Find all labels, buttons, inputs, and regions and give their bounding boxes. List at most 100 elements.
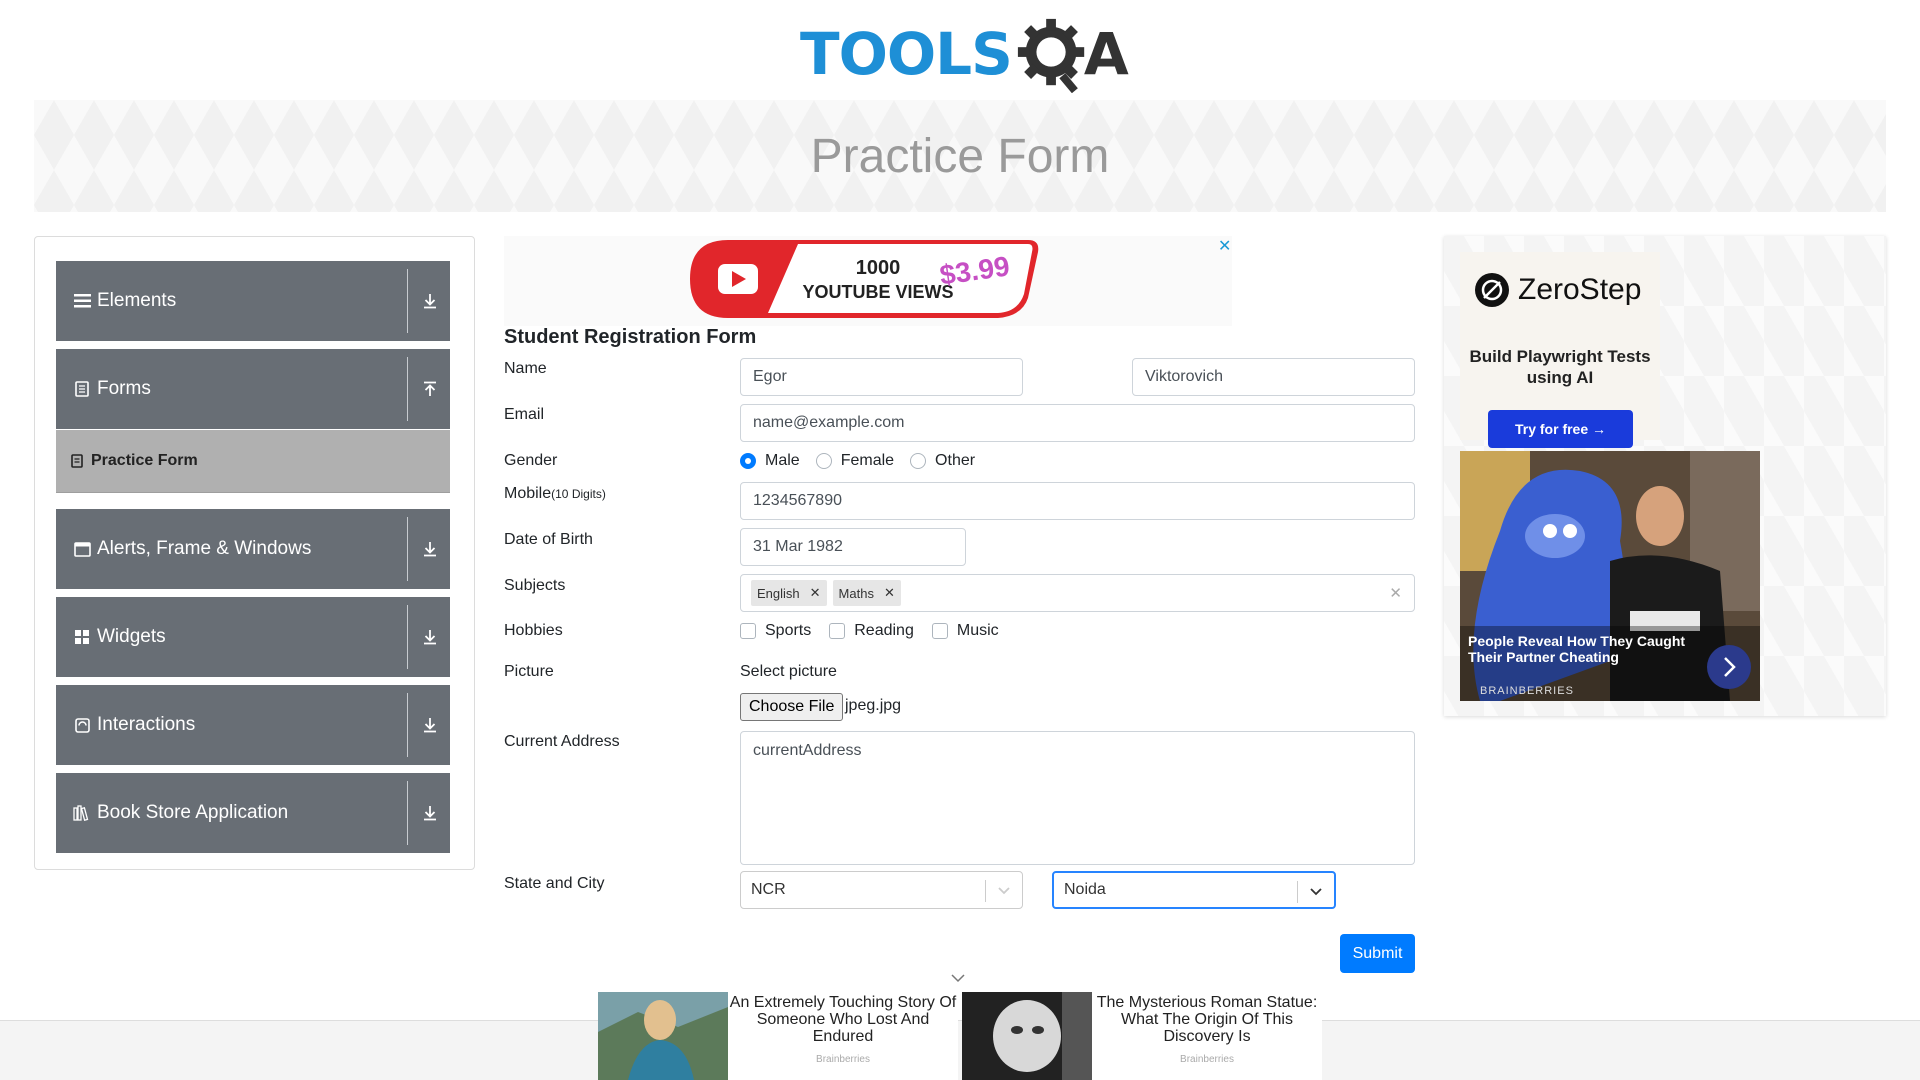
divider [985,880,986,902]
chevron-down-icon[interactable] [1306,882,1326,902]
sidebar-item-label: Practice Form [91,452,198,469]
current-address-textarea[interactable]: currentAddress [740,731,1415,865]
ad-close-icon[interactable]: ✕ [1218,236,1231,256]
hobby-option-music[interactable]: Music [931,622,999,640]
submit-button[interactable]: Submit [1340,934,1415,973]
form-title: Student Registration Form [504,326,757,348]
dob-label: Date of Birth [504,531,593,548]
photo-ad[interactable]: People Reveal How They Caught Their Part… [1460,451,1760,701]
gender-option-female[interactable]: Female [815,452,895,470]
bottom-ad-text: The Mysterious Roman Statue: What The Or… [1092,992,1322,1080]
subjects-label: Subjects [504,577,566,594]
chevron-down-icon[interactable] [950,972,966,984]
page-title: Practice Form [810,129,1110,183]
gear-magnifier-icon [1017,18,1085,93]
current-address-label: Current Address [504,733,620,750]
clear-icon[interactable]: ✕ [1389,584,1402,602]
page: TOOLS A Practice Form Elements Forms Pra… [0,0,1920,1080]
email-label: Email [504,406,545,423]
sidebar-group-book-store[interactable]: Book Store Application [56,773,450,853]
download-icon[interactable] [418,713,442,737]
picture-label: Picture [504,663,554,680]
mobile-label: Mobile(10 Digits) [504,485,606,503]
remove-chip-icon[interactable]: ✕ [810,585,821,601]
hobby-option-label: Music [956,622,999,639]
toolsqa-logo[interactable]: TOOLS A [800,14,1130,94]
choose-file-button[interactable]: Choose File [740,693,844,721]
ad-text-views: YOUTUBE VIEWS [802,282,953,302]
mobile-input[interactable]: 1234567890 [740,482,1415,520]
hobbies-label: Hobbies [504,622,563,639]
gender-option-label: Male [765,452,800,469]
sidebar-group-forms[interactable]: Forms [56,349,450,429]
sidebar-group-widgets[interactable]: Widgets [56,597,450,677]
first-name-input[interactable]: Egor [740,358,1023,396]
ad-photo [962,992,1092,1080]
sidebar-item-practice-form[interactable]: Practice Form [56,430,450,493]
chevron-down-icon[interactable] [994,881,1014,901]
photo-ad-caption: People Reveal How They Caught Their Part… [1468,633,1686,665]
download-icon[interactable] [418,625,442,649]
name-label: Name [504,360,547,377]
interactions-icon [73,716,91,734]
remove-chip-icon[interactable]: ✕ [884,585,895,601]
city-value: Noida [1064,881,1106,898]
window-icon [73,540,91,558]
try-for-free-button[interactable]: Try for free → [1488,410,1633,448]
upload-icon[interactable] [418,377,442,401]
gender-option-label: Female [840,452,895,469]
bottom-ad-title: An Extremely Touching Story Of Someone W… [729,994,957,1045]
hobby-option-label: Sports [765,622,812,639]
zerostep-tagline: Build Playwright Tests using AI [1469,347,1651,387]
checkbox[interactable] [931,623,948,639]
sidebar-group-alerts[interactable]: Alerts, Frame & Windows [56,509,450,589]
hobby-option-sports[interactable]: Sports [740,622,811,640]
state-city-label: State and City [504,875,605,892]
ad-text-count: 1000 [856,257,901,279]
email-input[interactable]: name@example.com [740,404,1415,442]
date-of-birth-input[interactable]: 31 Mar 1982 [740,528,966,566]
radio[interactable] [815,453,832,469]
books-icon [73,804,91,822]
sidebar-group-interactions[interactable]: Interactions [56,685,450,765]
divider [1297,881,1298,903]
subject-chip: English ✕ [751,580,827,606]
bottom-ad-text: An Extremely Touching Story Of Someone W… [728,992,958,1080]
select-picture-label: Select picture [740,663,837,680]
last-name-input[interactable]: Viktorovich [1132,358,1415,396]
checkbox[interactable] [740,623,756,639]
state-value: NCR [751,881,786,898]
gender-option-label: Other [935,452,976,469]
checkbox[interactable] [829,623,846,639]
subject-chip-label: Maths [838,585,874,601]
radio-checked[interactable] [740,453,756,469]
bottom-ad-1[interactable]: An Extremely Touching Story Of Someone W… [598,992,958,1080]
city-select[interactable]: Noida [1052,871,1336,909]
bottom-ad-2[interactable]: The Mysterious Roman Statue: What The Or… [962,992,1322,1080]
sidebar: Elements Forms Practice Form Alerts, Fra… [34,236,475,870]
subject-chip-label: English [757,585,800,601]
youtube-views-ad[interactable]: 1000 YOUTUBE VIEWS $3.99 [688,238,1044,320]
zerostep-brand: ZeroStep [1518,273,1642,306]
gender-option-male[interactable]: Male [740,452,800,470]
download-icon[interactable] [418,289,442,313]
zerostep-logo: ZeroStep [1474,272,1641,308]
subjects-input[interactable]: English ✕ Maths ✕ ✕ [740,574,1415,612]
widgets-icon [73,628,91,646]
list-icon [73,292,91,310]
download-icon[interactable] [418,801,442,825]
mobile-hint: (10 Digits) [551,487,606,501]
gender-option-other[interactable]: Other [910,452,975,470]
radio[interactable] [910,453,927,469]
gender-radio-group: Male Female Other [740,452,991,470]
state-select[interactable]: NCR [740,871,1023,909]
zerostep-ad[interactable]: ZeroStep Build Playwright Tests using AI… [1460,252,1660,448]
hobby-option-reading[interactable]: Reading [829,622,914,640]
chevron-right-icon[interactable] [1707,645,1751,689]
divider [407,693,408,757]
sidebar-group-elements[interactable]: Elements [56,261,450,341]
subject-chip: Maths ✕ [832,580,901,606]
sidebar-group-label: Book Store Application [97,802,289,823]
divider [407,357,408,421]
download-icon[interactable] [418,537,442,561]
